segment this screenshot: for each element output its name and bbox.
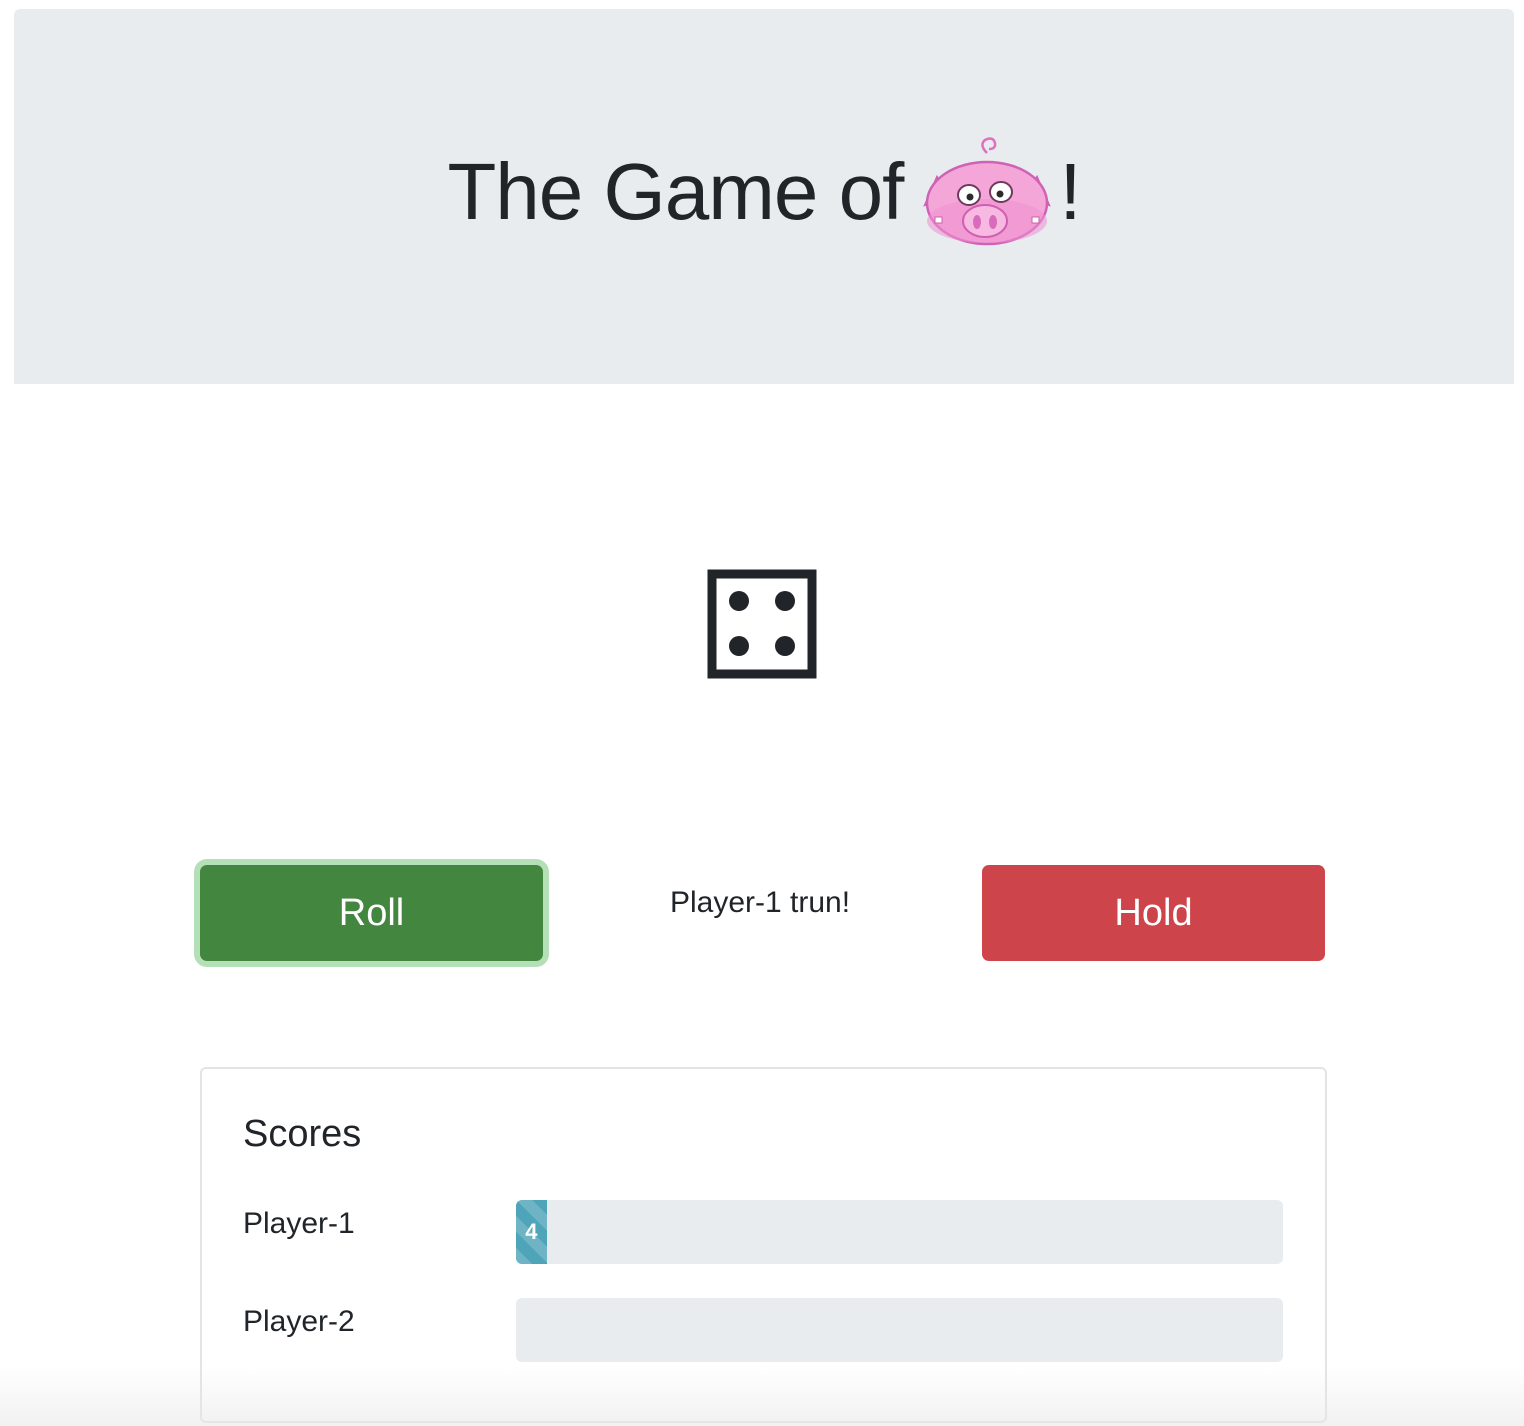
hold-button[interactable]: Hold <box>982 865 1325 961</box>
page-title: The Game of ! <box>14 137 1514 247</box>
turn-indicator: Player-1 trun! <box>669 886 851 919</box>
title-text: The Game of <box>447 147 904 236</box>
header-jumbotron: The Game of ! <box>14 9 1514 384</box>
title-suffix: ! <box>1059 147 1081 236</box>
player-1-progress: 4 <box>516 1200 1283 1264</box>
pig-face-icon <box>923 137 1052 246</box>
player-2-progress <box>516 1298 1283 1362</box>
player-1-label: Player-1 <box>243 1207 355 1240</box>
scores-title: Scores <box>243 1113 362 1155</box>
scores-card: Scores Player-1 4 Player-2 <box>200 1067 1327 1423</box>
die-four-icon <box>707 569 817 679</box>
player-2-label: Player-2 <box>243 1305 355 1338</box>
player-1-score-bar: 4 <box>516 1200 547 1264</box>
roll-button[interactable]: Roll <box>200 865 543 961</box>
